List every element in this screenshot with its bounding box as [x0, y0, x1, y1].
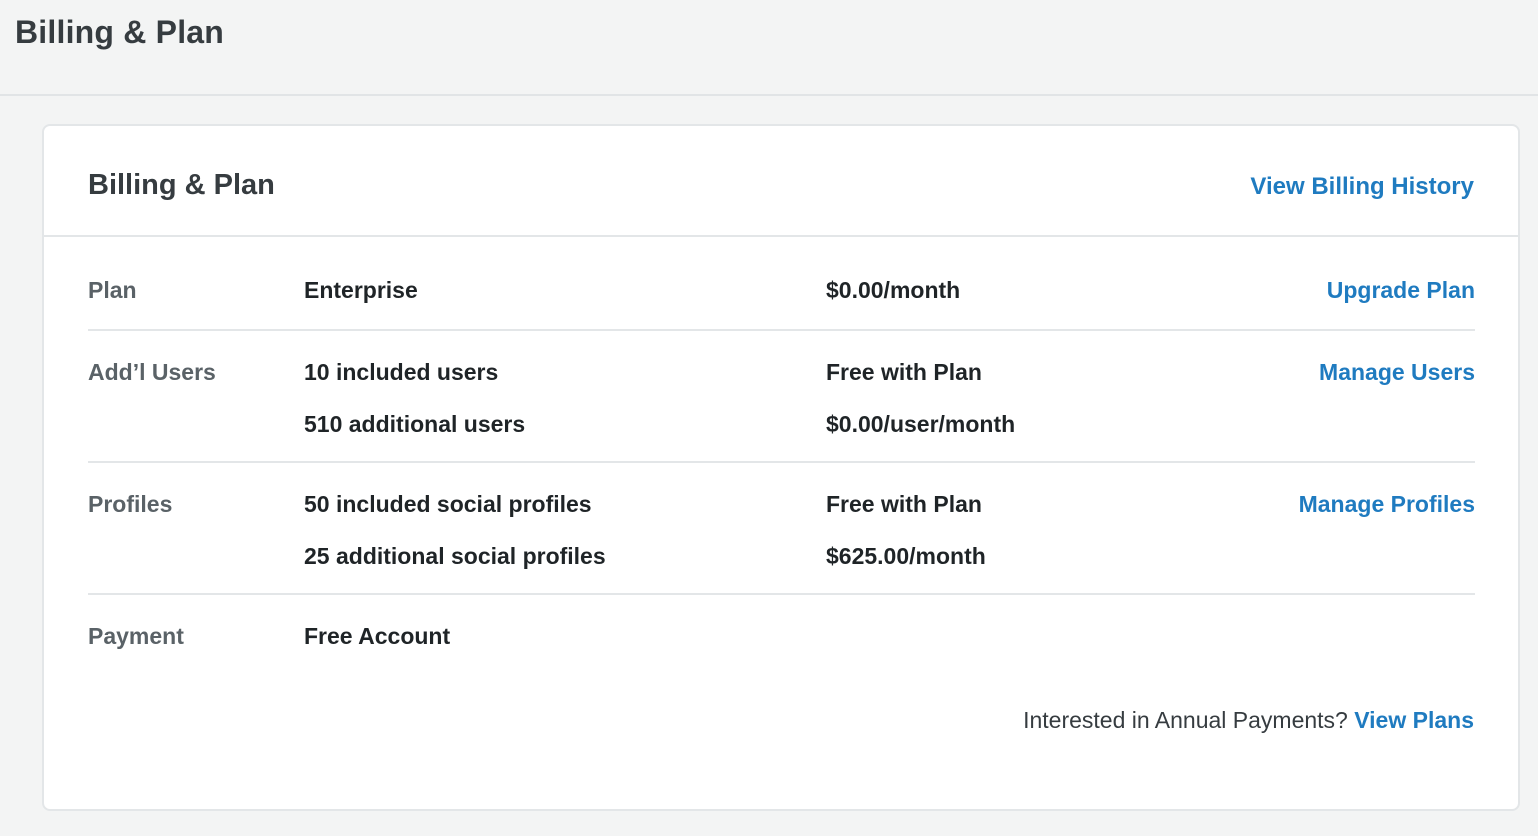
plan-name: Enterprise — [304, 277, 418, 303]
included-users: 10 included users — [304, 359, 499, 385]
additional-users: 510 additional users — [304, 411, 526, 437]
payment-label: Payment — [88, 623, 184, 649]
additional-users-price: $0.00/user/month — [826, 411, 1016, 437]
payment-row: Payment Free Account — [88, 595, 1475, 685]
plan-price: $0.00/month — [826, 277, 961, 303]
annual-payments-text: Interested in Annual Payments? — [1023, 707, 1348, 733]
upgrade-plan-link[interactable]: Upgrade Plan — [1327, 277, 1475, 304]
additional-profiles-price: $625.00/month — [826, 543, 986, 569]
page-header: Billing & Plan — [0, 0, 1538, 96]
profiles-label: Profiles — [88, 491, 173, 517]
annual-payments-prompt: Interested in Annual Payments? View Plan… — [1023, 707, 1474, 734]
users-row: Add’l Users 10 included users Free with … — [88, 331, 1475, 463]
users-label: Add’l Users — [88, 359, 216, 385]
view-plans-link[interactable]: View Plans — [1354, 707, 1474, 733]
manage-users-link[interactable]: Manage Users — [1319, 359, 1475, 386]
manage-profiles-link[interactable]: Manage Profiles — [1299, 491, 1475, 518]
page-title: Billing & Plan — [15, 14, 225, 50]
billing-card: Billing & Plan View Billing History Plan… — [42, 124, 1520, 811]
included-profiles-price: Free with Plan — [826, 491, 982, 517]
additional-profiles: 25 additional social profiles — [304, 543, 606, 569]
card-header: Billing & Plan View Billing History — [44, 126, 1518, 237]
included-profiles: 50 included social profiles — [304, 491, 592, 517]
plan-label: Plan — [88, 277, 137, 303]
billing-rows: Plan Enterprise $0.00/month Upgrade Plan… — [88, 237, 1475, 685]
profiles-row: Profiles 50 included social profiles Fre… — [88, 463, 1475, 595]
plan-row: Plan Enterprise $0.00/month Upgrade Plan — [88, 237, 1475, 331]
included-users-price: Free with Plan — [826, 359, 982, 385]
view-billing-history-link[interactable]: View Billing History — [1250, 173, 1474, 201]
payment-method: Free Account — [304, 623, 451, 649]
card-title: Billing & Plan — [88, 169, 275, 201]
